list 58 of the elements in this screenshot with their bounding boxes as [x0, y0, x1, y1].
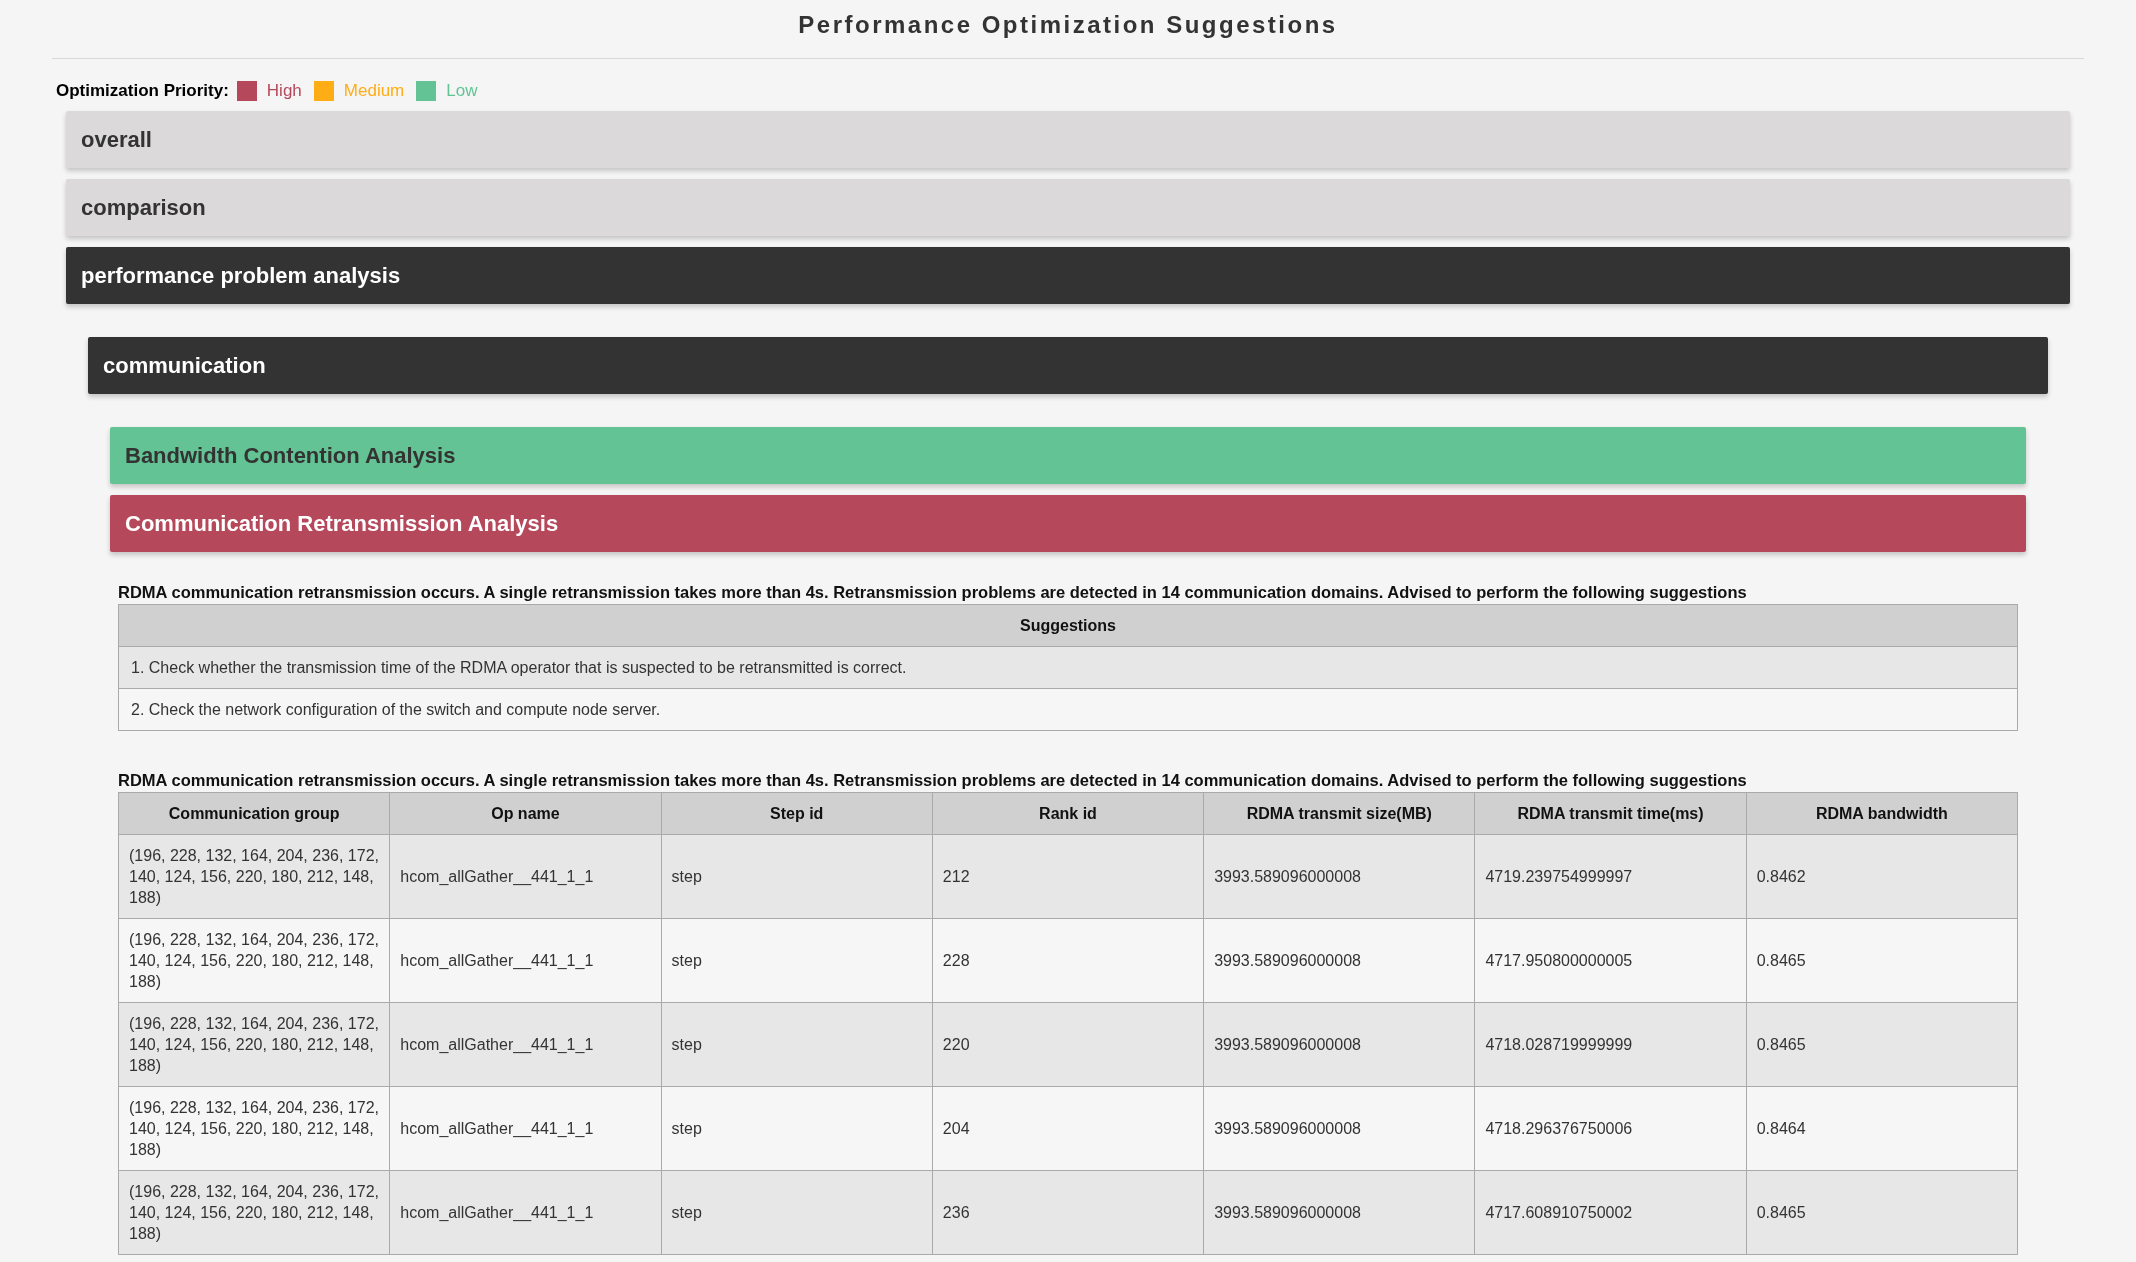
table-cell: 4719.239754999997 [1474, 834, 1747, 919]
table-cell: step [661, 918, 933, 1003]
table-cell: hcom_allGather__441_1_1 [389, 1086, 662, 1171]
table-cell: 0.8464 [1746, 1086, 2018, 1171]
table-cell: hcom_allGather__441_1_1 [389, 1002, 662, 1087]
column-header: Suggestions [118, 604, 2018, 647]
table-cell: 4717.608910750002 [1474, 1170, 1747, 1255]
table-cell: step [661, 834, 933, 919]
analysis-description: RDMA communication retransmission occurs. A single retransmission takes more than 4s. Retransmission problems are detected in 14 communication domains. Advised to perform the following suggestions [118, 771, 1748, 790]
priority-label: High [266, 81, 302, 101]
table-cell: (196, 228, 132, 164, 204, 236, 172, 140, 124, 156, 220, 180, 212, 148, 188) [118, 1002, 390, 1087]
priority-label: Low [446, 81, 478, 101]
table-cell: 3993.589096000008 [1203, 834, 1475, 919]
table-cell: (196, 228, 132, 164, 204, 236, 172, 140, 124, 156, 220, 180, 212, 148, 188) [118, 834, 390, 919]
table-cell: step [661, 1086, 933, 1171]
column-header: RDMA transmit size(MB) [1203, 792, 1475, 835]
column-header: Communication group [118, 792, 390, 835]
table-cell: 228 [932, 918, 1204, 1003]
table-cell: 1. Check whether the transmission time of the RDMA operator that is suspected to be retransmitted is correct. [118, 646, 2018, 689]
table-cell: 3993.589096000008 [1203, 1086, 1475, 1171]
table-cell: 0.8465 [1746, 1170, 2018, 1255]
table-cell: 3993.589096000008 [1203, 1170, 1475, 1255]
analysis-description: RDMA communication retransmission occurs. A single retransmission takes more than 4s. Retransmission problems are detected in 14 communication domains. Advised to perform the following suggestions [118, 583, 1748, 602]
table-cell: (196, 228, 132, 164, 204, 236, 172, 140, 124, 156, 220, 180, 212, 148, 188) [118, 1170, 390, 1255]
table-cell: 236 [932, 1170, 1204, 1255]
table-cell: hcom_allGather__441_1_1 [389, 918, 662, 1003]
priority-label: Medium [343, 81, 405, 101]
table-cell: (196, 228, 132, 164, 204, 236, 172, 140, 124, 156, 220, 180, 212, 148, 188) [118, 918, 390, 1003]
column-header: Rank id [932, 792, 1204, 835]
table-cell: 204 [932, 1086, 1204, 1171]
column-header: RDMA bandwidth [1746, 792, 2018, 835]
table-cell: 4717.950800000005 [1474, 918, 1747, 1003]
table-cell: 220 [932, 1002, 1204, 1087]
table-cell: 2. Check the network configuration of the switch and compute node server. [118, 688, 2018, 731]
table-cell: 3993.589096000008 [1203, 1002, 1475, 1087]
section-header[interactable]: communication [88, 337, 2048, 394]
table-cell: (196, 228, 132, 164, 204, 236, 172, 140, 124, 156, 220, 180, 212, 148, 188) [118, 1086, 390, 1171]
table-cell: step [661, 1002, 933, 1087]
table-cell: 212 [932, 834, 1204, 919]
section-header[interactable]: overall [66, 111, 2070, 168]
column-header: RDMA transmit time(ms) [1474, 792, 1747, 835]
table-cell: 0.8465 [1746, 1002, 2018, 1087]
table-cell: hcom_allGather__441_1_1 [389, 1170, 662, 1255]
table-cell: step [661, 1170, 933, 1255]
table-cell: 3993.589096000008 [1203, 918, 1475, 1003]
table-cell: hcom_allGather__441_1_1 [389, 834, 662, 919]
table-cell: 0.8465 [1746, 918, 2018, 1003]
page-title: Performance Optimization Suggestions [797, 10, 1339, 40]
table-cell: 4718.028719999999 [1474, 1002, 1747, 1087]
legend-label: Optimization Priority: [56, 81, 229, 101]
column-header: Op name [389, 792, 662, 835]
table-cell: 4718.296376750006 [1474, 1086, 1747, 1171]
table-cell: 0.8462 [1746, 834, 2018, 919]
section-header[interactable]: comparison [66, 179, 2070, 236]
analysis-header[interactable]: Communication Retransmission Analysis [110, 495, 2026, 552]
analysis-header[interactable]: Bandwidth Contention Analysis [110, 427, 2026, 484]
section-header[interactable]: performance problem analysis [66, 247, 2070, 304]
column-header: Step id [661, 792, 933, 835]
